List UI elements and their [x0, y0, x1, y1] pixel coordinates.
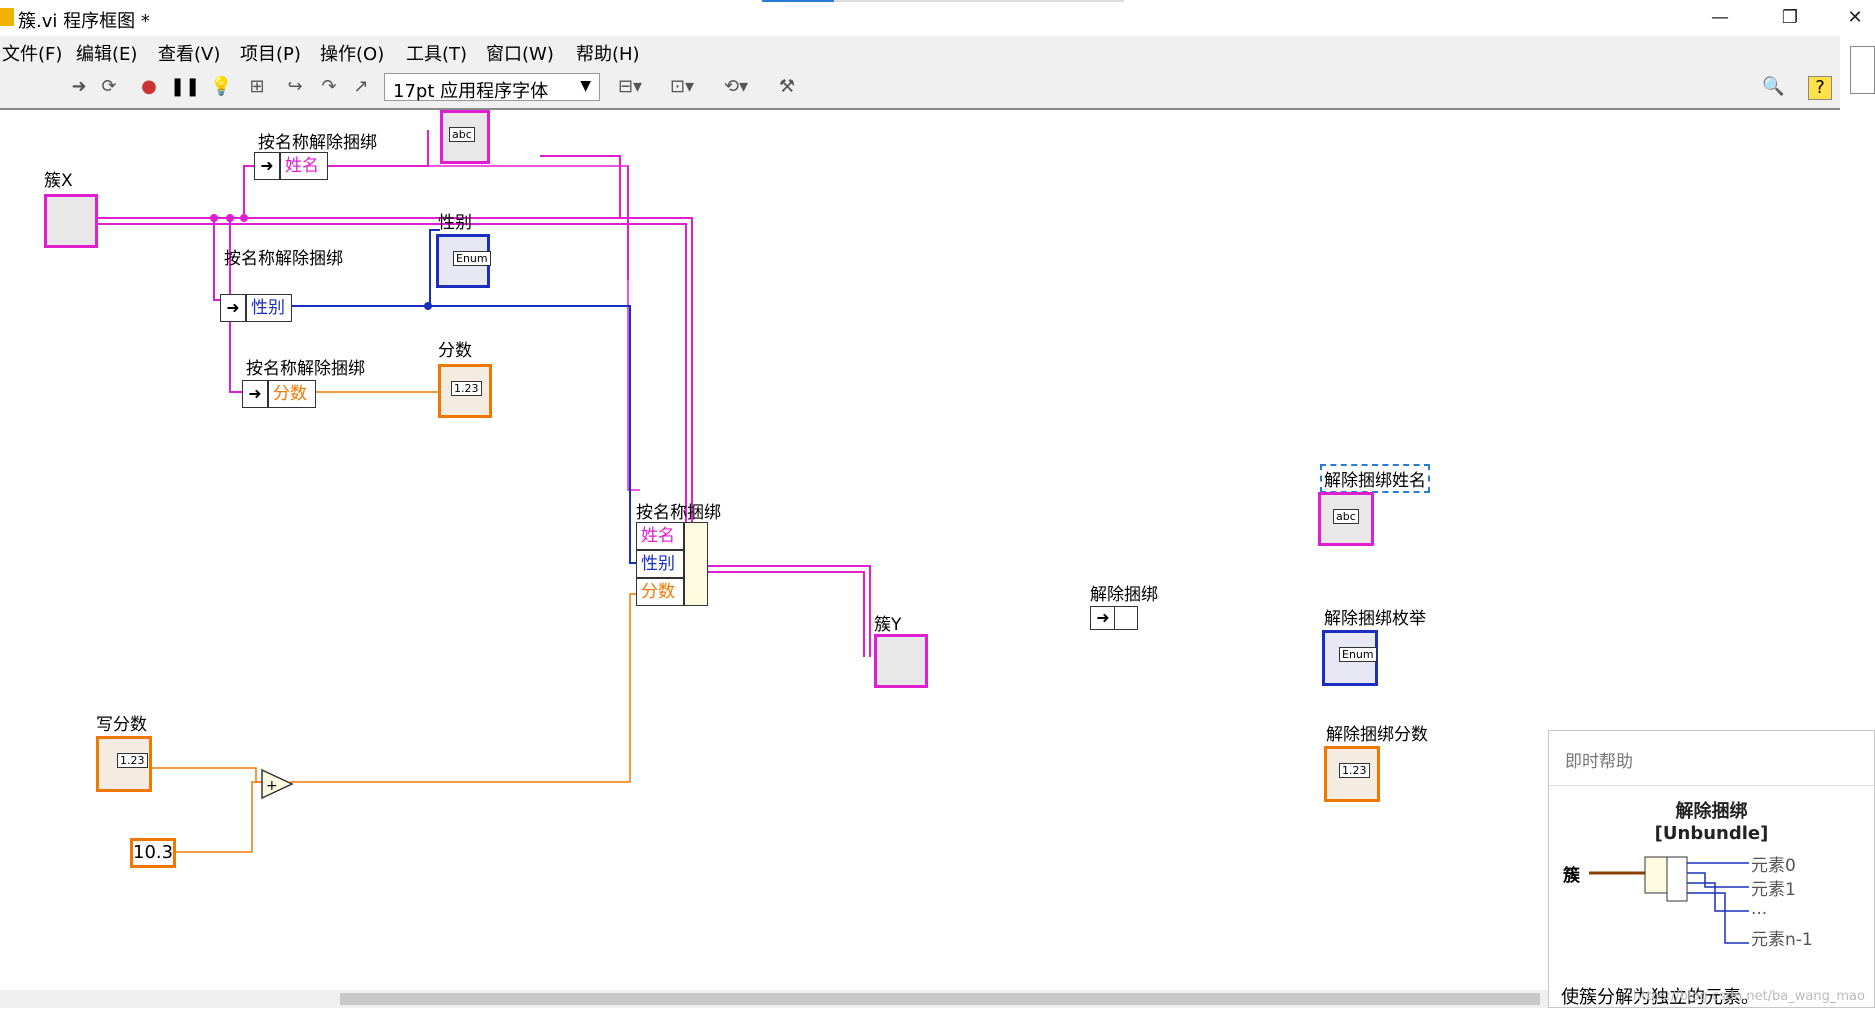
name-indicator[interactable]: abc — [440, 110, 490, 164]
bundle-field-score[interactable]: 分数 — [636, 578, 684, 606]
scrollbar-thumb[interactable] — [340, 993, 1540, 1005]
step-over-icon[interactable]: ↷ — [318, 76, 340, 98]
context-help-header-title: 即时帮助 — [1565, 752, 1633, 772]
menu-help[interactable]: 帮助(H) — [576, 40, 640, 66]
bundle-field-gender[interactable]: 性别 — [636, 550, 684, 578]
step-into-icon[interactable]: ↪ — [284, 76, 306, 98]
cluster-y-terminal[interactable] — [874, 634, 928, 688]
add-node-glyph: + — [266, 778, 278, 794]
unbundle-enum-indicator[interactable]: Enum — [1322, 630, 1378, 686]
highlight-execution-icon[interactable]: 💡 — [210, 76, 232, 98]
active-tab-indicator — [762, 0, 834, 2]
pause-icon[interactable]: ❚❚ — [170, 76, 200, 98]
title-bar: 簇.vi 程序框图 * — ❐ ✕ — [0, 0, 1875, 36]
gender-indicator[interactable]: Enum — [436, 234, 491, 288]
help-subtitle: [Unbundle] — [1654, 823, 1769, 844]
run-arrow-icon[interactable]: ➜ — [68, 76, 90, 98]
restore-button[interactable]: ❐ — [1770, 4, 1810, 32]
unbundle-arrow-icon: ➜ — [1090, 606, 1116, 630]
bundle-field-name[interactable]: 姓名 — [636, 522, 684, 550]
context-help-panel: 即时帮助 解除捆绑 [Unbundle] 簇 元素0 元素1 ... 元素n-1… — [1548, 730, 1875, 1008]
unbundle-gender-arrow-icon: ➜ — [220, 294, 246, 322]
abc-tag: abc — [1333, 509, 1359, 524]
unbundle-score-label: 按名称解除捆绑 — [246, 359, 365, 379]
tab-indicator — [834, 0, 1124, 2]
align-objects-icon[interactable]: ⊟▾ — [612, 76, 648, 98]
menu-window[interactable]: 窗口(W) — [486, 40, 554, 66]
enum-tag: Enum — [453, 251, 491, 266]
menu-bar: 文件(F) 编辑(E) 查看(V) 项目(P) 操作(O) 工具(T) 窗口(W… — [0, 36, 1840, 68]
help-output-ellipsis: ... — [1751, 899, 1768, 919]
unbundle-name-indicator[interactable]: abc — [1318, 492, 1374, 546]
menu-tools[interactable]: 工具(T) — [406, 40, 467, 66]
context-help-header: 即时帮助 — [1549, 731, 1874, 786]
unbundle-name-arrow-icon: ➜ — [254, 152, 280, 180]
dbl-tag: 1.23 — [117, 753, 148, 768]
toolbar: ➜ ⟳ ● ❚❚ 💡 ⊞ ↪ ↷ ↗ 17pt 应用程序字体 ▼ ⊟▾ ⊡▾ ⟲… — [0, 68, 1840, 110]
unbundle-name-label: 按名称解除捆绑 — [258, 133, 377, 153]
minimize-button[interactable]: — — [1700, 4, 1740, 32]
enum-tag: Enum — [1339, 647, 1377, 662]
write-score-terminal[interactable]: 1.23 — [96, 736, 152, 792]
run-continuously-icon[interactable]: ⟳ — [98, 76, 120, 98]
menu-project[interactable]: 项目(P) — [240, 40, 301, 66]
labview-icon — [0, 8, 14, 26]
abc-tag: abc — [449, 127, 475, 142]
distribute-objects-icon[interactable]: ⊡▾ — [664, 76, 700, 98]
unbundle-score-indicator-label: 解除捆绑分数 — [1326, 725, 1428, 745]
unbundle-score-indicator[interactable]: 1.23 — [1324, 746, 1380, 802]
watermark: https://blog.csdn.net/ba_wang_mao — [1633, 989, 1865, 1004]
window-title: 簇.vi 程序框图 * — [18, 11, 150, 32]
dbl-tag: 1.23 — [1339, 763, 1370, 778]
unbundle-gender-label: 按名称解除捆绑 — [224, 249, 343, 269]
menu-view[interactable]: 查看(V) — [158, 40, 220, 66]
cluster-x-terminal[interactable] — [44, 194, 98, 248]
unbundle-name-field[interactable]: 姓名 — [280, 152, 328, 180]
cluster-x-label: 簇X — [44, 171, 73, 191]
unbundle-node[interactable] — [1114, 606, 1138, 630]
search-icon[interactable]: 🔍 — [1762, 76, 1784, 98]
cluster-y-label: 簇Y — [874, 615, 902, 635]
dbl-tag: 1.23 — [451, 381, 482, 396]
font-select-value: 17pt 应用程序字体 — [393, 81, 549, 102]
font-select[interactable]: 17pt 应用程序字体 ▼ — [384, 73, 600, 102]
unbundle-gender-field[interactable]: 性别 — [246, 294, 292, 322]
help-output-0: 元素0 — [1751, 856, 1796, 876]
cleanup-diagram-icon[interactable]: ⚒ — [776, 76, 798, 98]
menu-operate[interactable]: 操作(O) — [320, 40, 384, 66]
chevron-down-icon: ▼ — [580, 78, 591, 94]
bundle-node-body[interactable] — [684, 522, 708, 606]
vi-icon[interactable] — [1850, 46, 1875, 94]
bundle-label: 按名称捆绑 — [636, 503, 721, 523]
reorder-icon[interactable]: ⟲▾ — [718, 76, 754, 98]
close-button[interactable]: ✕ — [1835, 4, 1875, 32]
menu-file[interactable]: 文件(F) — [2, 40, 62, 66]
retain-wire-values-icon[interactable]: ⊞ — [246, 76, 268, 98]
help-output-1: 元素1 — [1751, 880, 1796, 900]
score-indicator-label: 分数 — [438, 341, 472, 361]
help-title: 解除捆绑 — [1675, 801, 1748, 822]
numeric-constant[interactable]: 10.3 — [130, 838, 176, 868]
help-input-label: 簇 — [1563, 866, 1580, 886]
help-output-n: 元素n-1 — [1751, 930, 1813, 950]
horizontal-scrollbar[interactable] — [0, 990, 1548, 1008]
step-out-icon[interactable]: ↗ — [350, 76, 372, 98]
context-help-icon[interactable]: ? — [1808, 76, 1832, 100]
menu-edit[interactable]: 编辑(E) — [76, 40, 137, 66]
abort-icon[interactable]: ● — [138, 76, 160, 98]
gender-indicator-label: 性别 — [438, 213, 472, 233]
unbundle-score-field[interactable]: 分数 — [268, 380, 316, 408]
help-diagram — [1589, 856, 1749, 944]
unbundle-enum-label: 解除捆绑枚举 — [1324, 609, 1426, 629]
write-score-label: 写分数 — [96, 715, 147, 735]
unbundle-score-arrow-icon: ➜ — [242, 380, 268, 408]
unbundle-label: 解除捆绑 — [1090, 585, 1158, 605]
unbundle-name-indicator-label: 解除捆绑姓名 — [1320, 464, 1430, 493]
score-indicator[interactable]: 1.23 — [438, 364, 492, 418]
